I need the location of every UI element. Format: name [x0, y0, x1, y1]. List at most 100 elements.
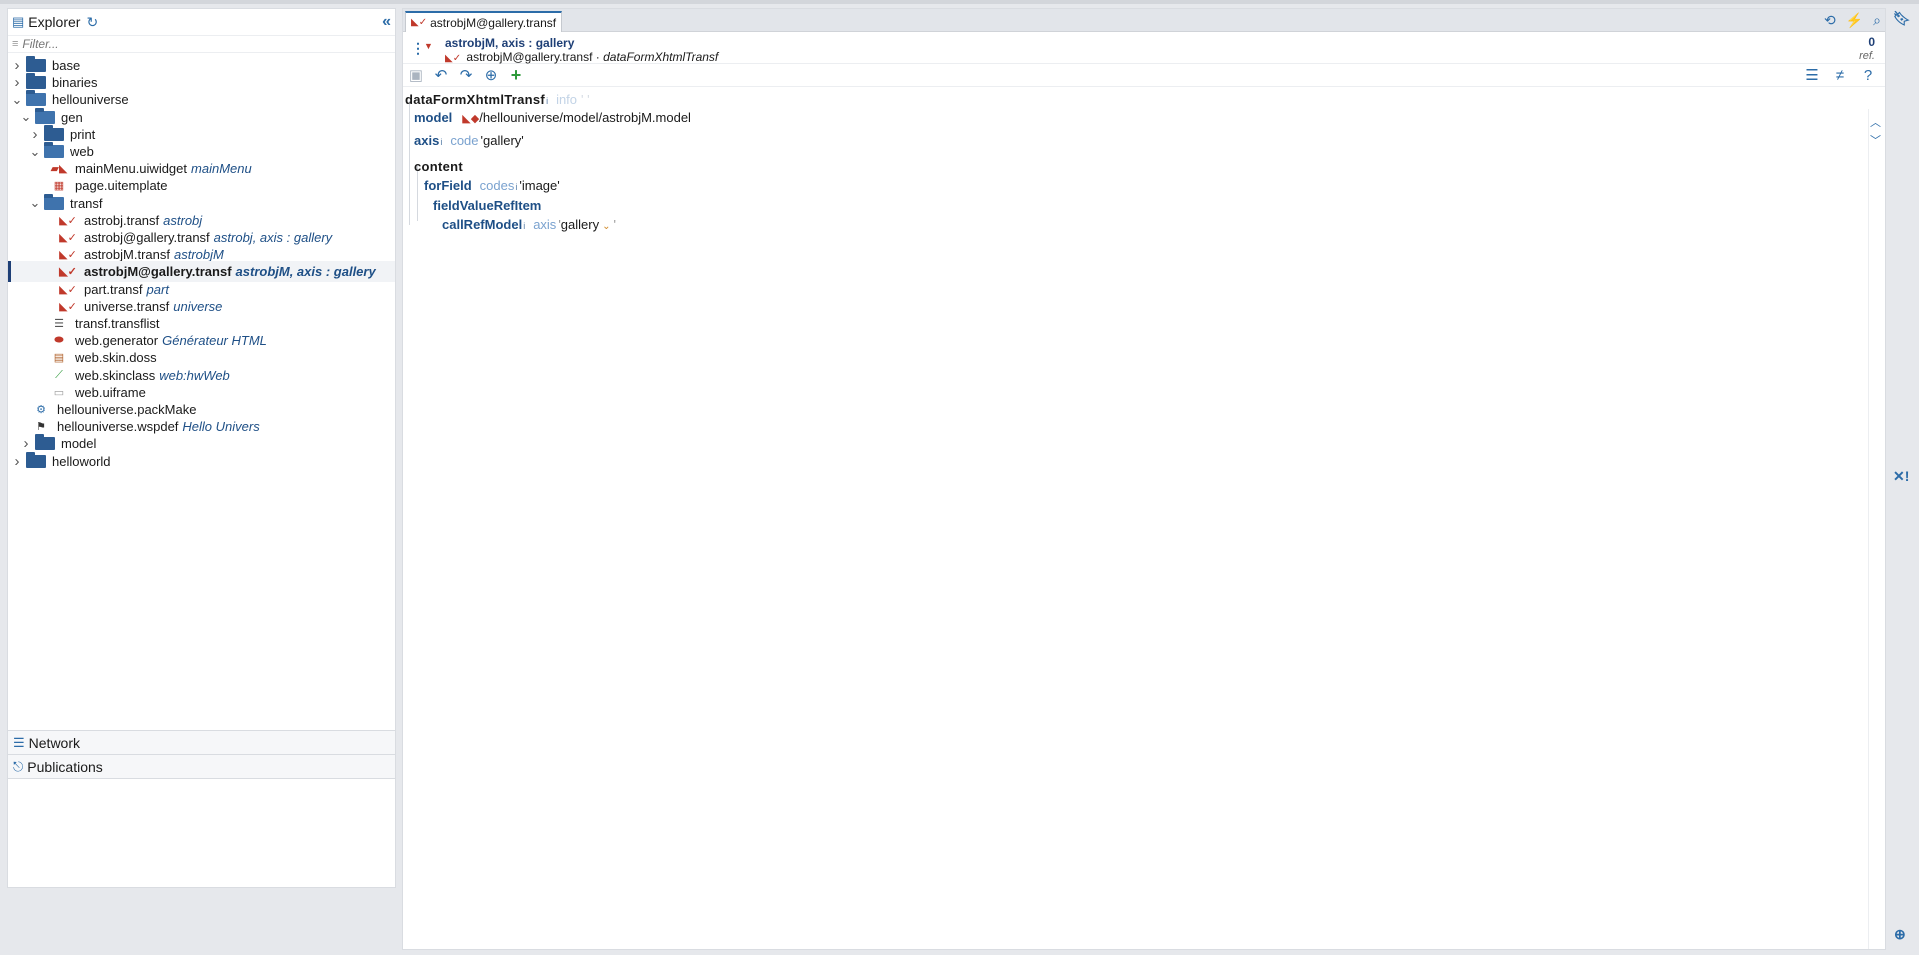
callref-close-quote: ' — [613, 217, 616, 232]
chevron-down-icon[interactable]: ⌄ — [29, 195, 41, 211]
model-icon: ◣◆ — [462, 113, 480, 125]
tree-item-label: binaries — [52, 75, 98, 91]
tree-item-label: base — [52, 58, 81, 73]
filter-icon: ≡ — [12, 38, 19, 50]
tree-item-description: astrobjM — [173, 247, 224, 263]
uiwidget-icon: ▰◣ — [50, 163, 68, 176]
chevron-down-icon[interactable]: ⌄ — [11, 92, 23, 108]
filter-bar: ≡ — [8, 36, 395, 53]
axis-line[interactable]: axis i code 'gallery' — [414, 133, 524, 148]
tree-item-description: Générateur HTML — [162, 333, 267, 349]
help-icon[interactable]: ? — [1859, 66, 1877, 84]
callref-axis-attr: axis — [533, 217, 557, 232]
publications-panel-header[interactable]: ⎋ Publications — [7, 754, 396, 779]
tree-item-description: Hello Univers — [182, 419, 260, 435]
publications-label: Publications — [27, 758, 103, 775]
tree-item-description: astrobjM, axis : gallery — [235, 264, 376, 280]
content-line[interactable]: content — [414, 159, 463, 174]
caret-down-icon[interactable]: ▼ — [424, 41, 433, 51]
folder-icon — [26, 73, 46, 90]
save-icon[interactable]: ▣ — [407, 66, 425, 84]
root-element: dataFormXhtmlTransf — [405, 92, 546, 107]
scroll-down-icon[interactable]: ﹀ — [1870, 132, 1881, 150]
tree-item-label: model — [61, 436, 97, 452]
packmake-icon: ⚙ — [36, 404, 46, 416]
tree-folder[interactable]: › helloworld — [11, 451, 111, 472]
callref-line[interactable]: callRefModel i axis ' gallery ⌄ ' — [442, 217, 616, 232]
undo-icon[interactable]: ↶ — [432, 66, 450, 84]
refresh-icon[interactable]: ↻ — [86, 14, 98, 31]
folder-icon — [26, 56, 46, 72]
more-menu-icon[interactable]: ⋮ — [411, 40, 425, 57]
info-sup: i — [546, 96, 549, 106]
search-icon[interactable]: ⌕ — [1873, 12, 1881, 29]
network-label: Network — [28, 734, 81, 751]
transflist-icon: ☰ — [54, 318, 64, 330]
zoom-icon[interactable]: ⊕ — [1894, 926, 1906, 943]
skin-icon: ▤ — [53, 352, 65, 365]
ref-count: 0 — [1868, 35, 1875, 49]
redo-icon[interactable]: ↷ — [457, 66, 475, 84]
tree-item-label: astrobj.transf — [84, 212, 160, 228]
folder-icon — [44, 124, 64, 141]
model-path[interactable]: /hellouniverse/model/astrobjM.model — [479, 110, 691, 125]
fieldvalue-line[interactable]: fieldValueRefItem — [433, 198, 541, 213]
tree-item-label: astrobjM.transf — [84, 247, 170, 263]
transf-icon: ◣✓ — [59, 283, 77, 296]
add-icon[interactable]: + — [507, 65, 525, 85]
network-icon: ☰ — [13, 734, 25, 750]
transf-icon: ◣✓ — [59, 214, 77, 227]
code-attr: code — [450, 133, 479, 148]
root-element-line[interactable]: dataFormXhtmlTransf i info ' ' — [405, 92, 590, 107]
tree-item-label: helloworld — [52, 453, 111, 469]
header-type: dataFormXhtmlTransf — [603, 50, 719, 64]
axis-value[interactable]: 'gallery' — [481, 133, 524, 148]
indent-guide — [409, 101, 410, 225]
chevron-right-icon[interactable]: › — [11, 453, 23, 470]
model-line[interactable]: model ◣◆ /hellouniverse/model/astrobjM.m… — [414, 110, 691, 125]
chevron-down-icon[interactable]: ⌄ — [29, 144, 41, 160]
filter-input[interactable] — [22, 37, 363, 51]
header-file: astrobjM@gallery.transf — [466, 50, 593, 64]
tree-item-label: astrobjM@gallery.transf — [84, 264, 232, 280]
editor-pane: ◣✓ astrobjM@gallery.transf ⟲ ⚡ ⌕ ⋮ ▼ ast… — [402, 8, 1886, 950]
publications-icon: ⎋ — [13, 758, 24, 774]
target-icon[interactable]: ⊕ — [482, 66, 500, 84]
header-separator: · — [595, 50, 600, 64]
content-keyword: content — [414, 159, 464, 174]
callref-keyword: callRefModel — [442, 217, 523, 232]
codes-value[interactable]: 'image' — [519, 178, 559, 193]
tree-item-label: astrobj@gallery.transf — [84, 230, 210, 245]
scroll-up-icon[interactable]: ︿ — [1870, 114, 1881, 132]
settings-sliders-icon[interactable]: ☰ — [1803, 66, 1821, 84]
explorer-icon: ▤ — [12, 14, 25, 29]
codes-info-sup: i — [515, 182, 518, 192]
info-value[interactable]: ' ' — [581, 92, 590, 107]
tree-item-label: web.skinclass — [75, 367, 156, 383]
skinclass-icon: ⟋ — [55, 368, 63, 381]
tree-item-label: hellouniverse.wspdef — [57, 419, 179, 435]
tree-item-label: web.generator — [75, 333, 159, 349]
tree-item-label: web — [70, 144, 94, 159]
callref-info-sup: i — [523, 221, 526, 231]
folder-icon — [35, 107, 55, 124]
editor-tab[interactable]: ◣✓ astrobjM@gallery.transf — [405, 11, 563, 32]
tree-item-label: mainMenu.uiwidget — [75, 161, 188, 177]
info-attr[interactable]: info — [556, 92, 577, 107]
codes-attr: codes — [479, 178, 515, 193]
network-panel-header[interactable]: ☰ Network — [7, 730, 396, 755]
chevron-down-icon[interactable]: ⌄ — [20, 109, 32, 125]
callref-axis-value[interactable]: gallery — [561, 217, 599, 232]
tree-item-label: transf.transflist — [75, 316, 160, 331]
close-side-icon[interactable]: ✕! — [1893, 468, 1909, 485]
forfield-line[interactable]: forField codes i 'image' — [424, 178, 560, 193]
diff-icon[interactable]: ≠ — [1831, 66, 1849, 84]
ref-counter[interactable]: 0 ref. — [1859, 35, 1875, 63]
bookmark-icon[interactable]: 🔖︎ — [1893, 10, 1911, 27]
chevron-down-icon[interactable]: ⌄ — [602, 221, 610, 232]
editor-scrollbar[interactable] — [1868, 109, 1885, 949]
history-icon[interactable]: ⟲ — [1824, 12, 1836, 29]
lightning-icon[interactable]: ⚡ — [1846, 12, 1863, 29]
transf-icon: ◣✓ — [59, 249, 77, 262]
collapse-panel-icon[interactable]: « — [382, 13, 391, 31]
